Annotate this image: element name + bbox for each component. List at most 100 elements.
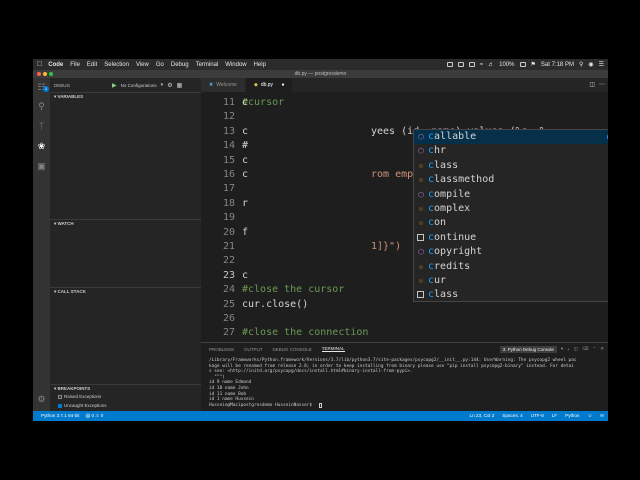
notification-center-icon[interactable]: ☰ <box>599 61 604 68</box>
clock[interactable]: Sat 7:18 PM <box>541 62 574 68</box>
suggestion-item[interactable]: ⬡ chr <box>414 144 608 158</box>
suggestion-item[interactable]: ☉ complex <box>414 202 608 216</box>
close-panel-icon[interactable]: ✕ <box>600 346 604 352</box>
suggestion-item[interactable]: ☉ credits <box>414 260 608 274</box>
more-actions-icon[interactable]: ⋯ <box>599 78 605 92</box>
checkbox[interactable] <box>58 394 62 399</box>
tab-problems[interactable]: PROBLEMS <box>209 347 234 352</box>
suggestion-label: chr <box>428 145 447 157</box>
code-text: cur.close() <box>242 298 309 310</box>
menu-help[interactable]: Help <box>254 62 266 68</box>
debug-icon[interactable]: ❀ <box>36 141 47 152</box>
suggestion-item[interactable]: ☉ classmethod <box>414 173 608 187</box>
language-mode[interactable]: Python <box>565 411 579 421</box>
debug-console-icon[interactable]: ▦ <box>177 82 183 89</box>
info-icon[interactable]: i <box>607 133 608 141</box>
suggestion-item[interactable]: continue <box>414 231 608 245</box>
notifications-icon[interactable]: ✉ <box>600 411 604 421</box>
breakpoint-label: Uncaught Exceptions <box>64 403 107 408</box>
variables-header[interactable]: ▾ VARIABLES <box>50 92 201 100</box>
suggestion-item[interactable]: ☉ cur <box>414 274 608 288</box>
window-titlebar: db.py — postgresdemo <box>33 70 608 78</box>
watch-header[interactable]: ▾ WATCH <box>50 219 201 227</box>
line-number: 23 <box>222 269 235 281</box>
code-editor[interactable]: #cursor 11c1213cyees (id, name) values (… <box>201 92 608 342</box>
flag-icon[interactable]: ⚑ <box>531 61 536 68</box>
code-text: c <box>242 154 249 166</box>
chevron-down-icon[interactable]: ▾ <box>161 82 164 88</box>
breakpoints-header[interactable]: ▾ BREAKPOINTS <box>50 384 201 392</box>
debug-settings-icon[interactable]: ⚙ <box>167 82 172 89</box>
tab-output[interactable]: OUTPUT <box>244 347 263 352</box>
display-icon[interactable] <box>457 62 464 67</box>
feedback-icon[interactable]: ☺ <box>587 411 592 421</box>
python-interpreter[interactable]: Python 3.7.1 64-bit <box>41 411 80 421</box>
menu-selection[interactable]: Selection <box>104 62 129 68</box>
start-debugging-icon[interactable]: ▶ <box>112 82 117 89</box>
suggestion-item[interactable]: ☉ class <box>414 159 608 173</box>
search-icon[interactable]: ⚲ <box>36 101 47 112</box>
battery-percent[interactable]: 100% <box>499 62 514 68</box>
wifi-icon[interactable]: ≈ <box>480 62 483 68</box>
vscode-icon: ✖ <box>209 82 214 88</box>
terminal-cursor <box>319 402 322 408</box>
encoding[interactable]: UTF-8 <box>531 411 544 421</box>
cursor-position[interactable]: Ln 23, Col 2 <box>470 411 495 421</box>
menu-window[interactable]: Window <box>225 62 246 68</box>
split-terminal-icon[interactable]: ◫ <box>574 346 578 352</box>
menu-view[interactable]: View <box>136 62 149 68</box>
minimize-window-button[interactable] <box>43 72 47 76</box>
battery-icon[interactable] <box>519 62 526 67</box>
suggestion-item[interactable]: ⬡ compile <box>414 188 608 202</box>
suggestion-item[interactable]: ⬡ copyright <box>414 245 608 259</box>
debug-toolbar: DEBUG ▶ No Configurations ▾ ⚙ ▦ <box>50 78 201 92</box>
end-of-line[interactable]: LF <box>552 411 557 421</box>
extensions-icon[interactable]: ▣ <box>36 161 47 172</box>
explorer-badge: 1 <box>43 86 49 92</box>
bluetooth-icon[interactable] <box>468 62 475 67</box>
unsaved-dot-icon[interactable]: ● <box>281 82 284 88</box>
debug-config-select[interactable]: No Configurations <box>121 83 157 88</box>
function-icon: ⬡ <box>417 190 425 199</box>
maximize-panel-icon[interactable]: ⌃ <box>592 346 596 352</box>
split-editor-icon[interactable]: ◫ <box>589 78 595 92</box>
tab-terminal[interactable]: TERMINAL <box>321 346 345 352</box>
menu-edit[interactable]: Edit <box>87 62 97 68</box>
zoom-window-button[interactable] <box>49 72 53 76</box>
terminal-select[interactable]: 3: Python Debug Console <box>499 345 557 353</box>
menu-go[interactable]: Go <box>156 62 164 68</box>
tab-debug-console[interactable]: DEBUG CONSOLE <box>273 347 312 352</box>
tab-db-py[interactable]: ◆ db.py ● <box>245 78 294 92</box>
problems-status[interactable]: ⨂ 0 ⚠ 0 <box>86 411 104 421</box>
record-icon[interactable] <box>446 62 453 67</box>
siri-icon[interactable]: ◉ <box>588 61 593 68</box>
chevron-down-icon[interactable]: ▾ <box>561 346 563 352</box>
checkbox[interactable] <box>58 403 62 408</box>
menu-debug[interactable]: Debug <box>171 62 189 68</box>
apple-icon[interactable]:  <box>37 61 42 68</box>
close-window-button[interactable] <box>37 72 41 76</box>
error-icon: ⨂ <box>85 413 91 418</box>
gear-icon[interactable]: ⚙ <box>36 394 47 405</box>
spotlight-icon[interactable]: ⚲ <box>579 61 583 68</box>
call-stack-title: CALL STACK <box>57 289 86 294</box>
menu-file[interactable]: File <box>70 62 80 68</box>
trash-icon[interactable]: ⌫ <box>582 346 588 352</box>
source-control-icon[interactable]: ᛉ <box>36 121 47 132</box>
breakpoint-uncaught-exceptions[interactable]: Uncaught Exceptions <box>58 403 107 408</box>
breakpoint-raised-exceptions[interactable]: Raised Exceptions <box>58 394 101 399</box>
suggestion-item[interactable]: class <box>414 288 608 301</box>
indentation[interactable]: Spaces: 4 <box>502 411 522 421</box>
call-stack-header[interactable]: ▾ CALL STACK <box>50 287 201 295</box>
suggestion-item[interactable]: ☉ con <box>414 216 608 230</box>
status-left: Python 3.7.1 64-bit ⨂ 0 ⚠ 0 <box>37 411 103 421</box>
volume-icon[interactable]: ♬ <box>488 62 494 68</box>
terminal-output[interactable]: /Library/Frameworks/Python.framework/Ver… <box>209 358 605 408</box>
class-icon: ☉ <box>418 161 424 170</box>
menu-terminal[interactable]: Terminal <box>196 62 219 68</box>
menu-app[interactable]: Code <box>48 62 63 68</box>
add-terminal-icon[interactable]: + <box>567 347 570 352</box>
tab-welcome[interactable]: ✖ Welcome <box>201 78 246 92</box>
suggestion-item[interactable]: ⬡callable i <box>414 130 608 145</box>
code-line: 12 <box>201 110 608 124</box>
